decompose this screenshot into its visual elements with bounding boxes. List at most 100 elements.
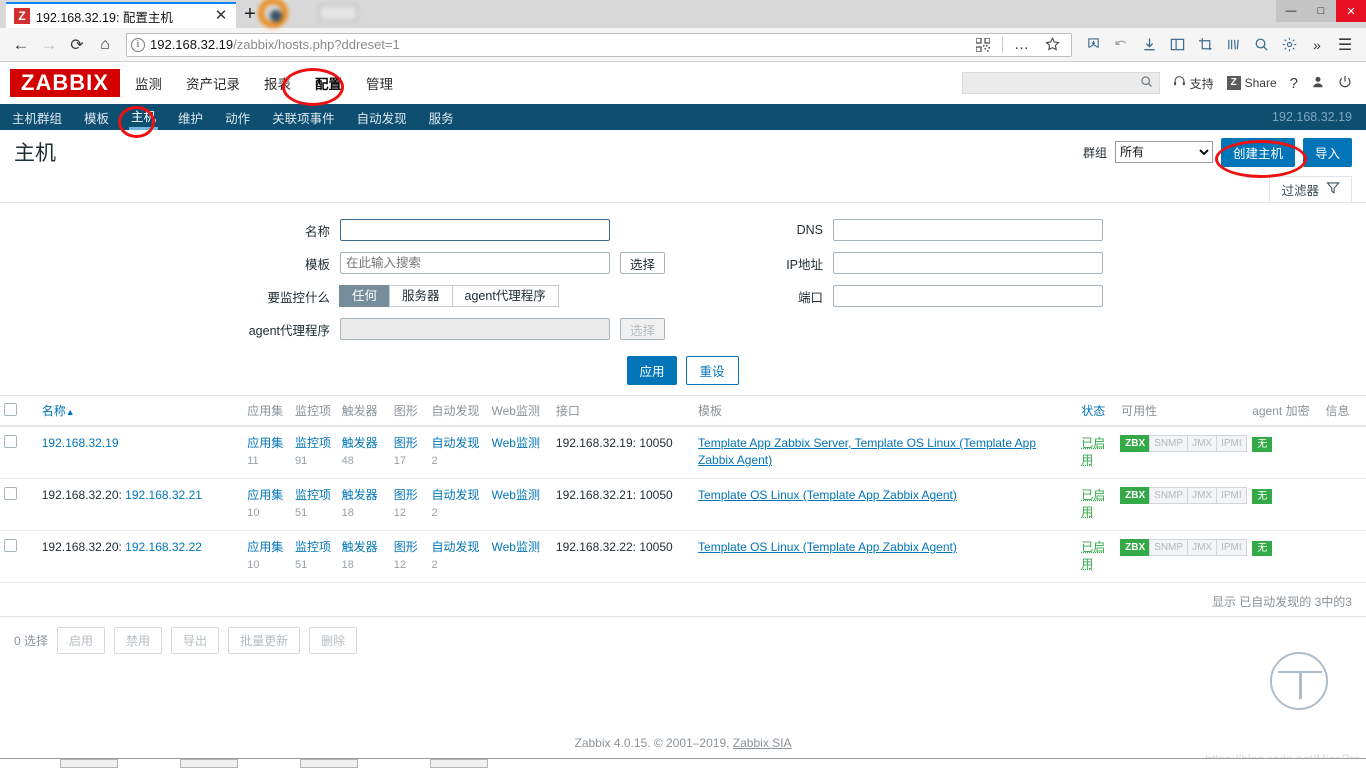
menu-item-reports[interactable]: 报表 [263,69,292,97]
discovery-link[interactable]: 自动发现 [432,488,480,502]
items-link[interactable]: 监控项 [295,488,331,502]
subnav-item-services[interactable]: 服务 [427,104,456,130]
applications-link[interactable]: 应用集 [247,488,283,502]
menu-icon[interactable]: ☰ [1332,32,1358,58]
menu-item-configuration[interactable]: 配置 [314,69,343,97]
table-row[interactable]: 192.168.32.19 应用集 11 监控项 91 触发器 48 图形 17… [0,426,1366,479]
subnav-item-host-groups[interactable]: 主机群组 [10,104,64,130]
radio-proxy[interactable]: agent代理程序 [451,285,559,307]
items-link[interactable]: 监控项 [295,540,331,554]
table-row[interactable]: 192.168.32.20: 192.168.32.21 应用集 10 监控项 … [0,478,1366,531]
filter-tab[interactable]: 过滤器 [1269,176,1352,202]
graphs-link[interactable]: 图形 [394,540,418,554]
subnav-item-actions[interactable]: 动作 [223,104,252,130]
discovery-link[interactable]: 自动发现 [432,540,480,554]
library-icon[interactable] [1220,32,1246,58]
filter-template-input[interactable] [340,252,610,274]
more-icon[interactable]: … [1009,32,1035,58]
mass-update-button[interactable]: 批量更新 [228,627,301,654]
export-button[interactable]: 导出 [171,627,220,654]
taskbar-item[interactable] [180,759,238,768]
overflow-icon[interactable]: » [1304,32,1330,58]
reset-button[interactable]: 重设 [685,356,739,385]
host-name-link[interactable]: 192.168.32.22 [125,540,202,554]
column-status[interactable]: 状态 [1077,396,1118,427]
menu-item-inventory[interactable]: 资产记录 [185,69,241,97]
graphs-link[interactable]: 图形 [394,436,418,450]
filter-dns-input[interactable] [833,219,1104,241]
filter-proxy-input[interactable] [340,318,610,340]
browser-tab[interactable]: Z 192.168.32.19: 配置主机 ✕ [6,2,236,28]
close-icon[interactable]: ✕ [212,7,230,25]
triggers-link[interactable]: 触发器 [342,436,378,450]
undo-icon[interactable] [1108,32,1134,58]
status-badge[interactable]: 已启用 [1081,540,1105,571]
items-link[interactable]: 监控项 [295,436,331,450]
signout-link[interactable] [1338,75,1352,92]
screenshot-icon[interactable] [1192,32,1218,58]
radio-server[interactable]: 服务器 [389,285,453,307]
taskbar-item[interactable] [430,759,488,768]
zabbix-sia-link[interactable]: Zabbix SIA [733,736,792,750]
filter-port-input[interactable] [833,285,1104,307]
back-icon[interactable]: ← [8,32,34,58]
import-button[interactable]: 导入 [1302,137,1352,167]
zabbix-logo[interactable]: ZABBIX [10,69,120,97]
support-link[interactable]: 支持 [1173,75,1214,92]
filter-name-input[interactable] [340,219,610,241]
menu-item-administration[interactable]: 管理 [365,69,394,97]
subnav-item-maintenance[interactable]: 维护 [176,104,205,130]
share-link[interactable]: Z Share [1226,76,1277,90]
help-link[interactable]: ? [1290,75,1298,92]
table-row[interactable]: 192.168.32.20: 192.168.32.22 应用集 10 监控项 … [0,530,1366,583]
template-link[interactable]: Template OS Linux (Template App Zabbix A… [698,488,957,502]
graphs-link[interactable]: 图形 [394,488,418,502]
subnav-item-hosts[interactable]: 主机 [129,104,159,130]
qr-code-icon[interactable] [970,32,996,58]
disable-button[interactable]: 禁用 [114,627,163,654]
row-checkbox[interactable] [4,487,17,500]
filter-ip-input[interactable] [833,252,1104,274]
sidebar-icon[interactable] [1164,32,1190,58]
site-info-icon[interactable]: i [131,37,145,52]
apply-button[interactable]: 应用 [627,356,677,385]
web-link[interactable]: Web监测 [492,540,540,554]
enable-button[interactable]: 启用 [57,627,106,654]
row-checkbox[interactable] [4,435,17,448]
triggers-link[interactable]: 触发器 [342,540,378,554]
template-link[interactable]: Template App Zabbix Server, Template OS … [698,436,1036,467]
web-link[interactable]: Web监测 [492,488,540,502]
host-name-link[interactable]: 192.168.32.21 [125,488,202,502]
status-badge[interactable]: 已启用 [1081,436,1105,467]
forward-icon[interactable]: → [36,32,62,58]
subnav-item-correlation[interactable]: 关联项事件 [270,104,337,130]
subnav-item-templates[interactable]: 模板 [82,104,111,130]
filter-template-select-button[interactable]: 选择 [620,252,666,274]
download-icon[interactable] [1136,32,1162,58]
subnav-item-discovery[interactable]: 自动发现 [355,104,409,130]
status-badge[interactable]: 已启用 [1081,488,1105,519]
create-host-button[interactable]: 创建主机 [1220,137,1295,167]
maximize-button[interactable]: □ [1306,0,1336,22]
template-link[interactable]: Template OS Linux (Template App Zabbix A… [698,540,957,554]
pocket-icon[interactable] [1080,32,1106,58]
discovery-link[interactable]: 自动发现 [432,436,480,450]
search-icon[interactable] [1248,32,1274,58]
applications-link[interactable]: 应用集 [247,540,283,554]
taskbar-item[interactable] [300,759,358,768]
menu-item-monitoring[interactable]: 监测 [134,69,163,97]
host-name-link[interactable]: 192.168.32.19 [42,436,119,450]
radio-any[interactable]: 任何 [339,285,391,307]
settings-icon[interactable] [1276,32,1302,58]
row-checkbox[interactable] [4,539,17,552]
home-icon[interactable]: ⌂ [92,32,118,58]
group-select[interactable]: 所有 [1114,141,1213,163]
select-all-checkbox[interactable] [4,403,17,416]
window-close-button[interactable]: ✕ [1336,0,1366,22]
column-name[interactable]: 名称▲ [37,396,244,427]
applications-link[interactable]: 应用集 [247,436,283,450]
reload-icon[interactable]: ⟳ [64,32,90,58]
address-bar[interactable]: i 192.168.32.19/zabbix/hosts.php?ddreset… [126,32,1072,58]
triggers-link[interactable]: 触发器 [342,488,378,502]
minimize-button[interactable]: — [1276,0,1306,22]
